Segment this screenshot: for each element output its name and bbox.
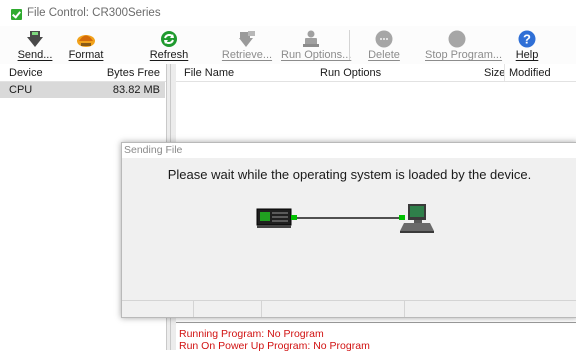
run-options-label: Run Options... bbox=[281, 49, 352, 61]
toolbar-separator bbox=[349, 30, 350, 60]
bytes-free-column-header[interactable]: Bytes Free bbox=[107, 67, 160, 79]
dialog-status-segment bbox=[262, 301, 405, 317]
dialog-title: Sending File bbox=[124, 144, 183, 156]
refresh-button[interactable]: Refresh bbox=[146, 26, 192, 64]
send-icon bbox=[27, 31, 43, 47]
app-icon bbox=[11, 9, 22, 20]
file-list-header: File Name Run Options Size Modified bbox=[176, 64, 576, 82]
retrieve-label: Retrieve... bbox=[221, 49, 273, 61]
column-divider[interactable] bbox=[504, 64, 505, 81]
sending-file-dialog: Sending File Please wait while the opera… bbox=[121, 142, 576, 318]
help-button[interactable]: ? Help bbox=[510, 26, 544, 64]
dialog-title-bar[interactable]: Sending File bbox=[122, 143, 576, 158]
device-list-header: Device Bytes Free bbox=[0, 64, 166, 82]
connection-line bbox=[291, 215, 405, 220]
run-options-icon bbox=[303, 30, 319, 47]
device-row-cpu[interactable]: CPU 83.82 MB bbox=[0, 82, 165, 98]
stop-program-label: Stop Program... bbox=[425, 49, 503, 61]
format-icon bbox=[77, 35, 95, 47]
refresh-icon bbox=[161, 31, 177, 47]
toolbar: Send... Format Refresh Retrieve... Run O… bbox=[0, 26, 576, 65]
status-area: Running Program: No Program Run On Power… bbox=[176, 322, 576, 352]
file-name-column-header[interactable]: File Name bbox=[184, 67, 234, 79]
help-label: Help bbox=[515, 49, 539, 61]
stop-program-button[interactable]: Stop Program... bbox=[425, 26, 503, 64]
dialog-status-segment bbox=[122, 301, 194, 317]
modified-column-header[interactable]: Modified bbox=[509, 67, 551, 79]
delete-icon bbox=[375, 30, 393, 48]
computer-icon bbox=[400, 204, 434, 233]
title-bar: File Control: CR300Series bbox=[0, 0, 576, 26]
run-options-column-header[interactable]: Run Options bbox=[320, 67, 381, 79]
dialog-status-segment bbox=[194, 301, 262, 317]
window-title: File Control: CR300Series bbox=[27, 7, 161, 19]
send-label: Send... bbox=[17, 49, 53, 61]
run-on-power-up-status: Run On Power Up Program: No Program bbox=[179, 340, 370, 352]
send-button[interactable]: Send... bbox=[14, 26, 56, 64]
svg-text:?: ? bbox=[523, 32, 531, 47]
datalogger-icon bbox=[256, 208, 292, 228]
transfer-animation bbox=[256, 204, 434, 233]
refresh-label: Refresh bbox=[149, 49, 189, 61]
device-column-header[interactable]: Device bbox=[9, 67, 43, 79]
retrieve-icon bbox=[239, 31, 255, 47]
running-program-status: Running Program: No Program bbox=[179, 328, 324, 340]
retrieve-button[interactable]: Retrieve... bbox=[220, 26, 274, 64]
device-bytes-free: 83.82 MB bbox=[112, 84, 160, 96]
stop-program-icon bbox=[448, 30, 466, 48]
dialog-status-bar bbox=[122, 300, 576, 317]
format-button[interactable]: Format bbox=[62, 26, 110, 64]
run-options-button[interactable]: Run Options... bbox=[281, 26, 352, 64]
device-name: CPU bbox=[9, 84, 33, 96]
delete-label: Delete bbox=[368, 49, 400, 61]
size-column-header[interactable]: Size bbox=[484, 67, 505, 79]
help-icon: ? bbox=[518, 30, 536, 48]
format-label: Format bbox=[68, 49, 104, 61]
dialog-message: Please wait while the operating system i… bbox=[167, 167, 532, 182]
delete-button[interactable]: Delete bbox=[364, 26, 404, 64]
